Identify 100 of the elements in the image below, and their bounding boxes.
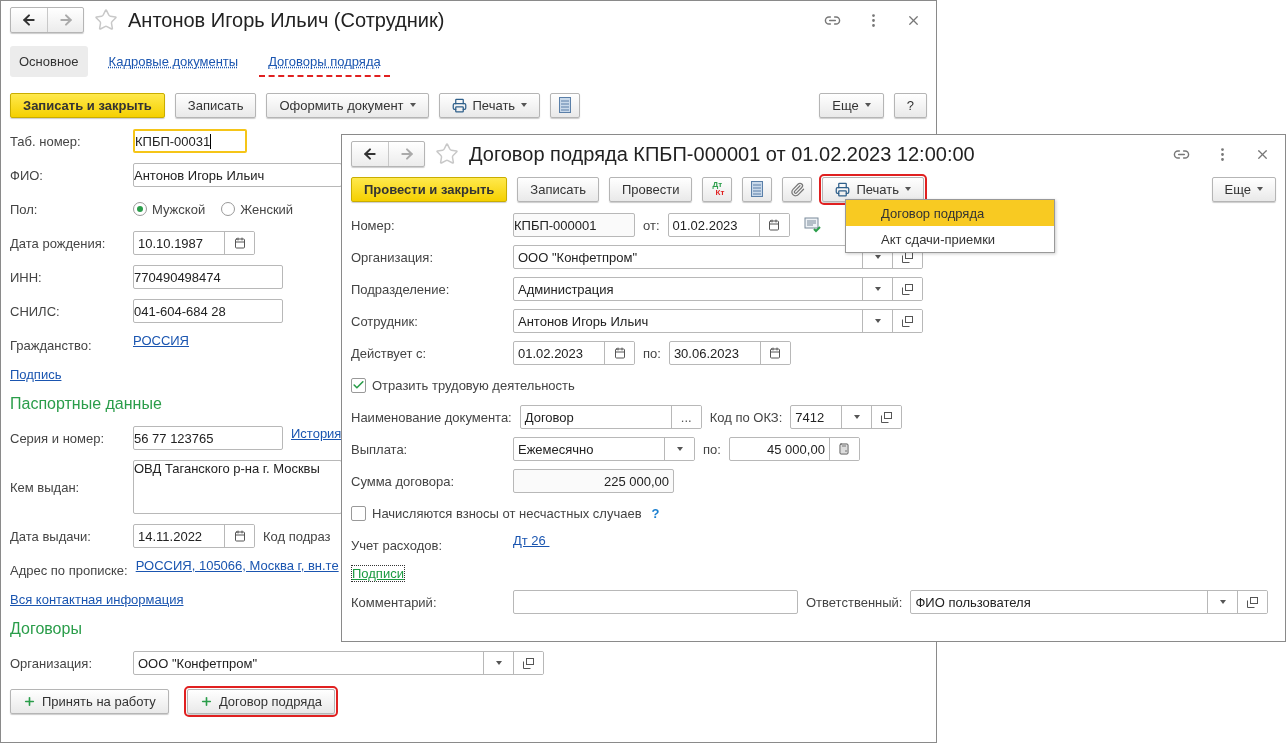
star-icon[interactable] [435, 142, 459, 166]
checkbox[interactable] [351, 505, 366, 521]
field-label: Организация: [10, 655, 94, 671]
open-button[interactable] [513, 652, 543, 674]
menu-item[interactable]: Договор подряда [846, 200, 1054, 226]
field-label: по: [643, 345, 661, 361]
field-label: Дата рождения: [10, 235, 107, 251]
calendar-button[interactable] [224, 525, 254, 547]
tab[interactable]: Договоры подряда [259, 45, 390, 77]
toolbar-button[interactable]: Записать [174, 92, 257, 118]
field-label: ФИО: [10, 167, 44, 183]
field-label: Выплата: [351, 441, 409, 457]
debit-label: Дт [711, 181, 723, 189]
number-field[interactable]: 225 000,00 [513, 469, 674, 493]
section-heading: Договоры [10, 619, 82, 639]
toolbar-button[interactable]: ? [893, 92, 927, 118]
radio-option[interactable]: Женский [221, 201, 294, 217]
checkbox-label: Начисляются взносы от несчастных случаев [372, 505, 642, 521]
ledger-button[interactable]: Дт Кт [702, 176, 733, 202]
menu-button[interactable]: Еще [819, 92, 884, 118]
open-icon [902, 315, 913, 327]
open-button[interactable] [1237, 591, 1267, 613]
checkbox-label: Отразить трудовую деятельность [372, 377, 575, 393]
link[interactable]: РОССИЯ [133, 333, 189, 348]
help-link[interactable]: ? [651, 505, 660, 521]
open-icon [902, 251, 913, 263]
add-button[interactable]: Принять на работу [10, 689, 169, 714]
text-field[interactable]: 770490498474 [133, 265, 283, 289]
text-field[interactable] [513, 590, 798, 614]
tab[interactable]: Основное [10, 45, 88, 77]
link[interactable]: Вся контактная информация [10, 592, 184, 607]
select-field[interactable]: ФИО пользователя [910, 590, 1268, 614]
toolbar-button[interactable]: Провести [608, 176, 693, 202]
caret-icon [874, 319, 881, 323]
calculator-button[interactable] [828, 438, 859, 460]
text-area[interactable]: ОВД Таганского р-на г. Москвы [133, 460, 342, 514]
paperclip-icon [789, 181, 805, 197]
number-field[interactable]: 45 000,00 [728, 437, 860, 461]
open-button[interactable] [892, 278, 922, 300]
star-icon[interactable] [94, 8, 118, 32]
checkbox[interactable] [351, 377, 366, 393]
choice-button[interactable]: ... [670, 406, 701, 428]
plus-icon [199, 695, 213, 708]
calendar-icon [233, 237, 246, 249]
caret-icon [1219, 600, 1226, 604]
primary-button[interactable]: Записать и закрыть [10, 92, 165, 118]
list-button[interactable] [742, 176, 773, 202]
calendar-button[interactable] [224, 232, 254, 254]
caret-icon [874, 287, 881, 291]
back-arrow-icon [21, 12, 37, 28]
text-field[interactable]: КПБП-000001 [513, 213, 635, 237]
text-field[interactable]: КПБП-00031 [133, 129, 247, 153]
radio-option[interactable]: Мужской [133, 201, 206, 217]
tab[interactable]: Кадровые документы [99, 45, 248, 77]
print-button[interactable]: Печать [822, 176, 924, 202]
field-label: Кем выдан: [10, 479, 81, 495]
text-field[interactable]: 56 77 123765 [133, 426, 283, 450]
text-cursor [210, 133, 212, 149]
open-button[interactable] [892, 310, 922, 332]
open-button[interactable] [871, 406, 902, 428]
select-field[interactable]: 7412 [790, 405, 903, 429]
select-field[interactable]: Администрация [513, 277, 923, 301]
field-label: от: [643, 217, 660, 233]
caret-icon [1257, 187, 1263, 191]
primary-button[interactable]: Провести и закрыть [351, 176, 508, 202]
field-label: Комментарий: [351, 594, 438, 610]
link[interactable]: РОССИЯ, 105066, Москва г, вн.те [135, 558, 339, 573]
text-field[interactable]: 041-604-684 28 [133, 299, 283, 323]
choice-field[interactable]: Договор ... [519, 405, 702, 429]
add-button[interactable]: Договор подряда [186, 689, 336, 714]
select-field[interactable]: ООО "Конфетпром" [133, 651, 544, 675]
open-icon [1247, 596, 1258, 608]
link[interactable]: Подпись [10, 367, 62, 382]
date-field[interactable]: 01.02.2023 [667, 213, 790, 237]
toolbar-button[interactable]: Записать [517, 176, 599, 202]
link[interactable]: Дт 26 [513, 533, 550, 548]
date-field[interactable]: 30.06.2023 [668, 341, 791, 365]
menu-button[interactable]: Еще [1211, 176, 1276, 202]
link[interactable]: Подписи [351, 565, 405, 582]
link[interactable]: История [291, 426, 342, 441]
calendar-button[interactable] [759, 342, 790, 364]
print-button[interactable]: Печать [438, 92, 541, 118]
date-field[interactable]: 10.10.1987 [133, 231, 255, 255]
text-field[interactable]: Антонов Игорь Ильич [133, 163, 342, 187]
attachment-button[interactable] [782, 176, 813, 202]
field-label: Подразделение: [351, 281, 451, 297]
calendar-button[interactable] [604, 342, 634, 364]
dropdown-field[interactable]: Ежемесячно [513, 437, 695, 461]
menu-item[interactable]: Акт сдачи-приемки [846, 226, 1054, 252]
comment-check-icon[interactable] [803, 217, 822, 233]
menu-button[interactable]: Оформить документ [266, 92, 429, 118]
calendar-button[interactable] [758, 214, 789, 236]
field-label: Адрес по прописке: [10, 562, 128, 578]
select-field[interactable]: Антонов Игорь Ильич [513, 309, 923, 333]
field-label: Сумма договора: [351, 473, 456, 489]
list-button[interactable] [550, 92, 581, 118]
date-field[interactable]: 01.02.2023 [513, 341, 635, 365]
caret-icon [676, 447, 683, 451]
date-field[interactable]: 14.11.2022 [133, 524, 255, 548]
field-label: Наименование документа: [351, 409, 512, 425]
